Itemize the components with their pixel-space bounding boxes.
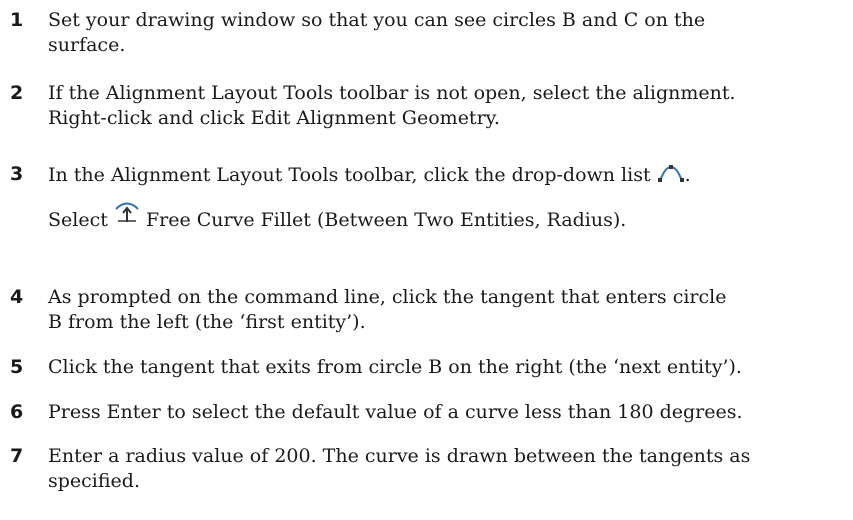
step-text: In the Alignment Layout Tools toolbar, c… — [48, 162, 828, 233]
step-line: If the Alignment Layout Tools toolbar is… — [48, 82, 736, 104]
step-line-text: In the Alignment Layout Tools toolbar, c… — [48, 164, 651, 186]
step-text: Click the tangent that exits from circle… — [48, 355, 828, 380]
step-text: Press Enter to select the default value … — [48, 400, 828, 425]
step-text: Set your drawing window so that you can … — [48, 8, 828, 58]
step-line: In the Alignment Layout Tools toolbar, c… — [48, 162, 828, 188]
free-curve-fillet-icon[interactable] — [114, 200, 140, 224]
step-number: 4 — [10, 286, 24, 308]
step-text: If the Alignment Layout Tools toolbar is… — [48, 81, 828, 131]
step-number: 6 — [10, 401, 24, 423]
step-line: Select Free Curve Fillet (Between Two En… — [48, 200, 828, 233]
step-text: As prompted on the command line, click t… — [48, 285, 828, 335]
step-line: surface. — [48, 34, 126, 56]
step-line-prefix: Select — [48, 209, 108, 231]
step-number: 5 — [10, 356, 24, 378]
curve-dropdown-icon[interactable] — [657, 162, 685, 184]
step-number: 3 — [10, 163, 24, 185]
step-line-text: Free Curve Fillet (Between Two Entities,… — [145, 209, 627, 231]
step-number: 2 — [10, 82, 24, 104]
step-number: 7 — [10, 445, 24, 467]
step-text: Enter a radius value of 200. The curve i… — [48, 444, 828, 494]
step-line: As prompted on the command line, click t… — [48, 286, 727, 308]
step-line-end: . — [684, 164, 691, 186]
step-line: Set your drawing window so that you can … — [48, 9, 706, 31]
step-line: Press Enter to select the default value … — [48, 401, 743, 423]
step-number: 1 — [10, 9, 24, 31]
step-line: Right-click and click Edit Alignment Geo… — [48, 107, 500, 129]
step-line: Enter a radius value of 200. The curve i… — [48, 445, 751, 467]
step-line: Click the tangent that exits from circle… — [48, 356, 742, 378]
step-line: specified. — [48, 470, 140, 492]
step-line: B from the left (the ‘first entity’). — [48, 311, 366, 333]
